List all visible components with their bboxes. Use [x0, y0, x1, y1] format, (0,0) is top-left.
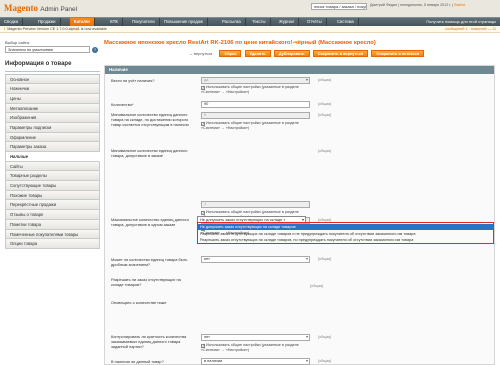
page-title: Массажное японское кресло RestArt RK-210… — [104, 40, 376, 46]
magento-logo[interactable]: Magento Admin Panel — [4, 3, 77, 14]
max-sale-label: Максимальное количество единиц данного т… — [111, 217, 190, 228]
tab-gift[interactable]: Параметры заказа — [5, 142, 100, 152]
product-info-title: Информация о товаре — [5, 61, 100, 72]
tab-inventory[interactable]: Наличие — [5, 152, 100, 162]
user-info-text: Дмитрий Федин | понедельник, 5 января 20… — [370, 3, 454, 7]
scope-label: Выбор сайта: — [5, 40, 30, 45]
nav-journal[interactable]: Журнал — [275, 18, 300, 26]
scope-select[interactable]: Значения по умолчанию — [5, 46, 90, 53]
tab-prices[interactable]: Цены — [5, 93, 100, 104]
logo-suffix: Admin Panel — [40, 6, 78, 13]
nav-customers[interactable]: Покупатели — [128, 18, 160, 26]
nav-cms[interactable]: Тексты — [248, 18, 271, 26]
scope-tag: [общая] — [318, 78, 332, 82]
user-info: Дмитрий Федин | понедельник, 5 января 20… — [370, 3, 465, 8]
tab-images[interactable]: Изображения — [5, 113, 100, 123]
decimals-label: Может ли количество единиц товара быть д… — [111, 257, 188, 268]
use-config-label: Использовать общие настройки (указанные … — [201, 121, 299, 130]
global-search-input[interactable]: поиск товара / заказа / покупателя — [311, 3, 367, 10]
inventory-section: Наличие Вести ли учёт наличия? да [общая… — [104, 65, 495, 365]
tab-related[interactable]: Сопутствующие товары — [5, 181, 100, 191]
use-config-checkbox[interactable]: ✓Использовать общие настройки (указанные… — [201, 343, 313, 353]
nav-sales[interactable]: Продажи — [34, 18, 61, 26]
main-content: Массажное японское кресло RestArt RK-210… — [104, 40, 495, 365]
qty-label: Количество* — [111, 102, 134, 107]
tab-reviews[interactable]: Отзывы о товаре — [5, 210, 100, 220]
min-sale-input[interactable]: 1 — [201, 201, 310, 208]
use-config-label: Использовать общие настройки (указанные … — [201, 85, 299, 94]
product-tabs: Основное Ножнички Цены Метаописание Изоб… — [5, 73, 100, 249]
notice-text[interactable]: Magento Preview Version CE 1.7.0.0-alpha… — [7, 27, 107, 31]
admin-header: Magento Admin Panel поиск товара / заказ… — [0, 0, 500, 17]
min-sale-label: Минимальное количество единиц данного то… — [111, 148, 188, 159]
nav-reports[interactable]: Отчёты — [303, 18, 327, 26]
tab-recurring[interactable]: Параметры подписки — [5, 122, 100, 133]
scope-tag: [общая] — [318, 335, 332, 339]
min-qty-label: Минимальное количество единиц данного то… — [111, 112, 189, 128]
tab-tags[interactable]: Пометки товара — [5, 219, 100, 230]
scope-tag: [общая] — [318, 359, 332, 363]
decimals-select[interactable]: нет — [201, 256, 310, 263]
main-nav: Сводка Продажи Каталог КПК Покупатели По… — [0, 17, 500, 26]
scope-tag: [общая] — [318, 149, 332, 153]
tab-design[interactable]: Оформление — [5, 132, 100, 143]
tab-categories[interactable]: Товарные разделы — [5, 171, 100, 182]
help-link[interactable]: Получить помощь для этой страницы — [426, 18, 496, 26]
nav-newsletter[interactable]: Рассылка — [218, 18, 246, 26]
tab-scissors[interactable]: Ножнички — [5, 84, 100, 94]
save-and-back-button[interactable]: Сохранить и вернуться — [312, 50, 369, 57]
backorder-option[interactable]: Разрешить заказ отсутствующих на складе … — [198, 237, 493, 243]
tab-customer-tags[interactable]: Помеченные покупателями товары — [5, 229, 100, 240]
system-notice: ! Magento Preview Version CE 1.7.0.0-alph… — [0, 26, 500, 33]
nav-promotions[interactable]: Повышение продаж — [160, 18, 208, 26]
tab-websites[interactable]: Сайты — [5, 161, 100, 172]
notice-counters[interactable]: сообщений 1 · новостей — 11 — [445, 26, 496, 33]
action-buttons: ← вернуться Сброс Удалить Дублировать Со… — [185, 50, 426, 58]
tab-upsells[interactable]: Похожие товары — [5, 190, 100, 201]
use-config-label: Использовать общие настройки (указанные … — [201, 343, 299, 352]
nav-system[interactable]: Система — [333, 18, 359, 26]
backorder-option[interactable]: Не допускать заказ отсутствующих на скла… — [198, 224, 493, 230]
backorders-label: Разрешать ли заказ отсутствующих на скла… — [111, 277, 181, 288]
section-header: Наличие — [105, 66, 494, 74]
qty-input[interactable]: 90 — [201, 101, 310, 108]
scope-tag: [общая] — [310, 284, 324, 288]
nav-dashboard[interactable]: Сводка — [0, 18, 24, 26]
nav-mobile[interactable]: КПК — [106, 18, 123, 26]
use-config-checkbox[interactable]: ✓Использовать общие настройки (указанные… — [201, 85, 313, 95]
min-qty-input[interactable]: 0 — [201, 112, 310, 119]
back-button[interactable]: ← вернуться — [185, 51, 216, 58]
manage-stock-select[interactable]: да — [201, 77, 310, 84]
save-and-continue-button[interactable]: Сохранить и остаться — [371, 50, 425, 57]
scope-tag: [общая] — [318, 102, 332, 106]
scope-tag: [общая] — [318, 113, 332, 117]
scope-tag: [общая] — [318, 257, 332, 261]
backorders-dropdown: Не допускать заказ отсутствующих на скла… — [197, 222, 494, 244]
stock-status-select[interactable]: в наличии — [201, 358, 310, 365]
warning-icon: ! — [4, 27, 6, 31]
tab-general[interactable]: Основное — [5, 74, 100, 85]
manage-stock-label: Вести ли учёт наличия? — [111, 78, 155, 83]
duplicate-button[interactable]: Дублировать — [273, 50, 310, 57]
backorder-option[interactable]: Разрешить заказ отсутствующих на складе … — [198, 231, 493, 237]
logo-brand: Magento — [4, 3, 38, 13]
notify-label: Оповещать о количестве ниже — [111, 300, 167, 305]
use-config-checkbox[interactable]: ✓Использовать общие настройки (указанные… — [201, 121, 313, 131]
tab-options[interactable]: Опции товара — [5, 239, 100, 249]
help-icon[interactable]: ? — [92, 47, 98, 53]
delete-button[interactable]: Удалить — [244, 50, 271, 57]
tab-meta[interactable]: Метаописание — [5, 103, 100, 114]
logout-link[interactable]: Выйти — [454, 3, 465, 7]
tab-crosssells[interactable]: Перекрёстные продажи — [5, 200, 100, 211]
nav-catalog[interactable]: Каталог — [70, 18, 96, 26]
stock-status-label: В наличии ли данный товар? — [111, 359, 164, 364]
reset-button[interactable]: Сброс — [219, 50, 242, 57]
qty-increments-select[interactable]: нет — [201, 334, 310, 341]
sidebar: Выбор сайта: Значения по умолчанию ? Инф… — [5, 40, 100, 249]
